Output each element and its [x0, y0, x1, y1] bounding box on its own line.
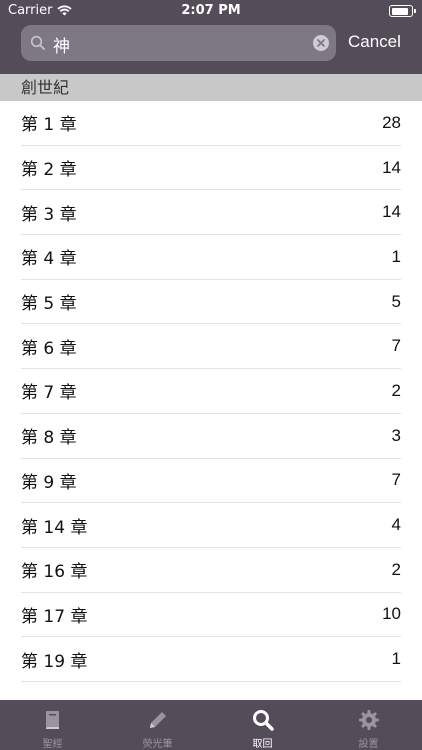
chapter-label: 第 2 章 [21, 160, 77, 181]
chapter-label: 第 16 章 [21, 562, 88, 583]
match-count: 28 [382, 112, 401, 132]
match-count: 5 [391, 291, 401, 311]
chapter-label: 第 4 章 [21, 249, 77, 270]
match-count: 2 [391, 559, 401, 579]
status-time: 2:07 PM [181, 3, 241, 18]
tab-settings[interactable]: 設置 [316, 700, 421, 750]
tab-label: 聖經 [42, 739, 63, 750]
match-count: 1 [391, 649, 401, 669]
list-item[interactable]: 第 8 章 3 [21, 414, 401, 459]
tab-highlighter[interactable]: 熒光筆 [105, 700, 210, 750]
chapter-label: 第 14 章 [21, 517, 88, 538]
list-item[interactable]: 第 17 章 10 [21, 593, 401, 638]
match-count: 14 [382, 157, 401, 177]
chapter-label: 第 1 章 [21, 115, 77, 136]
chapter-label: 第 9 章 [21, 472, 77, 493]
search-icon [30, 35, 45, 50]
battery-level [391, 7, 408, 15]
section-header: 創世紀 [0, 74, 422, 101]
book-icon [45, 711, 59, 729]
match-count: 3 [391, 425, 401, 445]
list-item[interactable]: 第 2 章 14 [21, 146, 401, 191]
chapter-label: 第 3 章 [21, 204, 77, 225]
tab-retrieve[interactable]: 取回 [210, 700, 315, 750]
result-list: 第 1 章 28 第 2 章 14 第 3 章 14 第 4 章1第 5 章5第 6 章7第… [0, 101, 422, 682]
chapter-label: 第 8 章 [21, 428, 77, 449]
pencil-icon [149, 712, 166, 728]
battery-icon [389, 5, 416, 17]
list-item[interactable]: 第 9 章 7 [21, 459, 401, 504]
list-item[interactable]: 第 5 章 5 [21, 280, 401, 325]
chapter-label: 第 5 章 [21, 294, 77, 315]
list-item[interactable]: 第 6 章 7 [21, 324, 401, 370]
clear-icon[interactable] [313, 35, 329, 51]
match-count: 10 [382, 604, 401, 624]
list-item[interactable]: 第 1 章 28 [21, 101, 401, 146]
chapter-label: 第 19 章 [21, 651, 88, 672]
list-item[interactable]: 第 7 章 2 [21, 369, 401, 414]
tab-bible[interactable]: 聖經 [0, 700, 105, 750]
list-item[interactable]: 第 19 章 1 [21, 637, 401, 682]
search-query[interactable]: 神 [53, 32, 70, 57]
match-count: 7 [391, 336, 401, 356]
tab-label: 取回 [252, 739, 273, 750]
status-bar: Carrier 2:07 PM [0, 0, 422, 22]
match-count: 7 [391, 470, 401, 490]
match-count: 2 [391, 380, 401, 400]
list-item[interactable]: 第 14 章 4 [21, 503, 401, 548]
match-count: 1 [391, 246, 401, 266]
navigation-header: Carrier 2:07 PM 神 Cancel [0, 0, 422, 74]
list-item[interactable]: 第 16 章 2 [21, 548, 401, 593]
search-icon [252, 710, 274, 731]
chapter-label: 第 7 章 [21, 383, 77, 404]
list-item[interactable]: 第 4 章 1 [21, 235, 401, 280]
chapter-label: 第 6 章 [21, 338, 77, 359]
tab-label: 熒光筆 [142, 739, 173, 750]
gear-icon [358, 710, 379, 730]
chapter-label: 第 17 章 [21, 606, 88, 627]
search-input[interactable]: 神 [21, 25, 336, 61]
tab-bar: 聖經 熒光筆 取回 設置 [0, 700, 422, 750]
match-count: 14 [382, 202, 401, 222]
cancel-button[interactable]: Cancel [348, 32, 401, 52]
list-item[interactable]: 第 3 章 14 [21, 190, 401, 236]
match-count: 4 [391, 515, 401, 535]
tab-label: 設置 [358, 739, 379, 750]
